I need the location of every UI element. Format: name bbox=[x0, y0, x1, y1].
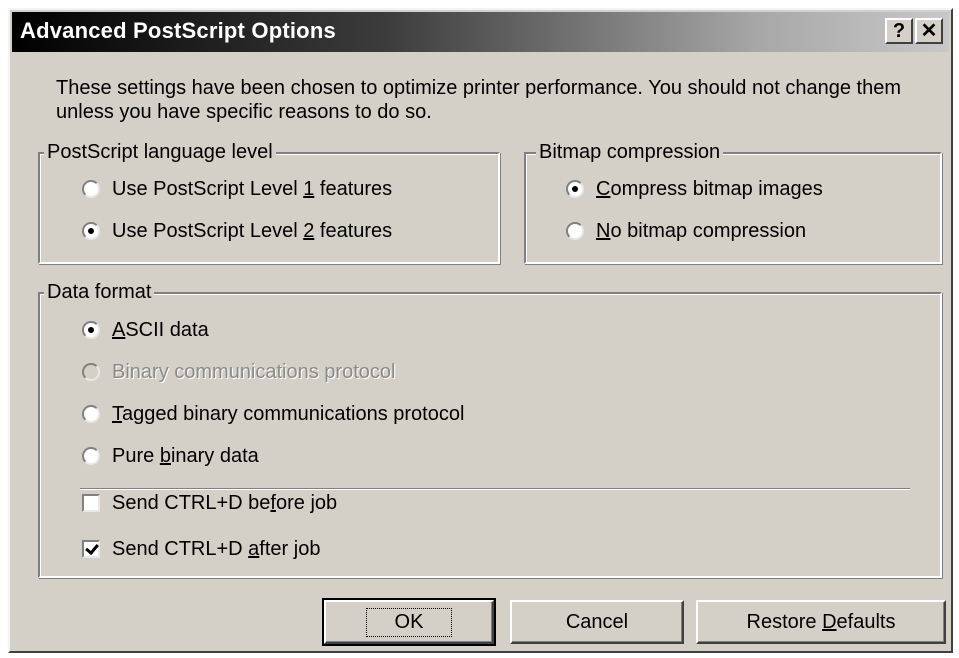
radio-compress-bitmap-label: Compress bitmap images bbox=[596, 177, 823, 200]
radio-binary-communications: Binary communications protocol bbox=[82, 359, 395, 385]
checkbox-ctrl-d-before[interactable]: Send CTRL+D before job bbox=[82, 490, 337, 516]
radio-binary-communications-indicator bbox=[82, 363, 100, 381]
bitmap-compression-group bbox=[524, 152, 942, 264]
radio-level-2[interactable]: Use PostScript Level 2 features bbox=[82, 218, 392, 244]
checkbox-ctrl-d-after-label: Send CTRL+D after job bbox=[112, 537, 321, 560]
language-level-legend: PostScript language level bbox=[44, 140, 276, 164]
cancel-button[interactable]: Cancel bbox=[510, 600, 684, 644]
radio-tagged-binary[interactable]: Tagged binary communications protocol bbox=[82, 401, 464, 427]
radio-level-1-indicator[interactable] bbox=[82, 180, 100, 198]
radio-no-compression-label: No bitmap compression bbox=[596, 219, 807, 242]
radio-level-2-label: Use PostScript Level 2 features bbox=[112, 219, 393, 242]
intro-text: These settings have been chosen to optim… bbox=[56, 77, 901, 123]
data-format-legend: Data format bbox=[44, 280, 155, 304]
cancel-button-label: Cancel bbox=[565, 610, 629, 633]
restore-defaults-button[interactable]: Restore Defaults bbox=[696, 600, 946, 644]
radio-no-compression-indicator[interactable] bbox=[566, 222, 584, 240]
radio-pure-binary-indicator[interactable] bbox=[82, 447, 100, 465]
radio-level-2-indicator[interactable] bbox=[82, 222, 100, 240]
title-bar[interactable]: Advanced PostScript Options ? ✕ bbox=[12, 12, 949, 52]
close-icon: ✕ bbox=[920, 20, 938, 42]
advanced-postscript-options-dialog: Advanced PostScript Options ? ✕ These se… bbox=[8, 8, 953, 653]
bitmap-compression-legend: Bitmap compression bbox=[536, 140, 724, 164]
radio-compress-bitmap[interactable]: Compress bitmap images bbox=[566, 176, 823, 202]
radio-tagged-binary-label: Tagged binary communications protocol bbox=[112, 402, 465, 425]
window-title: Advanced PostScript Options bbox=[20, 18, 336, 43]
radio-compress-bitmap-indicator[interactable] bbox=[566, 180, 584, 198]
checkbox-ctrl-d-before-label: Send CTRL+D before job bbox=[112, 491, 338, 514]
ok-button[interactable]: OK bbox=[322, 598, 496, 646]
radio-binary-communications-label: Binary communications protocol bbox=[112, 360, 396, 383]
restore-defaults-label: Restore Defaults bbox=[746, 610, 896, 633]
radio-tagged-binary-indicator[interactable] bbox=[82, 405, 100, 423]
close-button[interactable]: ✕ bbox=[915, 18, 943, 44]
radio-level-1[interactable]: Use PostScript Level 1 features bbox=[82, 176, 392, 202]
ok-button-label: OK bbox=[365, 607, 453, 637]
checkbox-ctrl-d-before-box[interactable] bbox=[82, 494, 100, 512]
radio-level-1-label: Use PostScript Level 1 features bbox=[112, 177, 393, 200]
checkbox-ctrl-d-after-box[interactable] bbox=[82, 540, 100, 558]
radio-ascii-data[interactable]: ASCII data bbox=[82, 317, 209, 343]
radio-ascii-data-label: ASCII data bbox=[112, 318, 209, 341]
help-button[interactable]: ? bbox=[885, 18, 913, 44]
question-mark-icon: ? bbox=[892, 20, 906, 42]
language-level-group bbox=[38, 152, 500, 264]
radio-pure-binary[interactable]: Pure binary data bbox=[82, 443, 259, 469]
checkbox-ctrl-d-after[interactable]: Send CTRL+D after job bbox=[82, 536, 320, 562]
radio-no-compression[interactable]: No bitmap compression bbox=[566, 218, 806, 244]
radio-ascii-data-indicator[interactable] bbox=[82, 321, 100, 339]
radio-pure-binary-label: Pure binary data bbox=[112, 444, 259, 467]
